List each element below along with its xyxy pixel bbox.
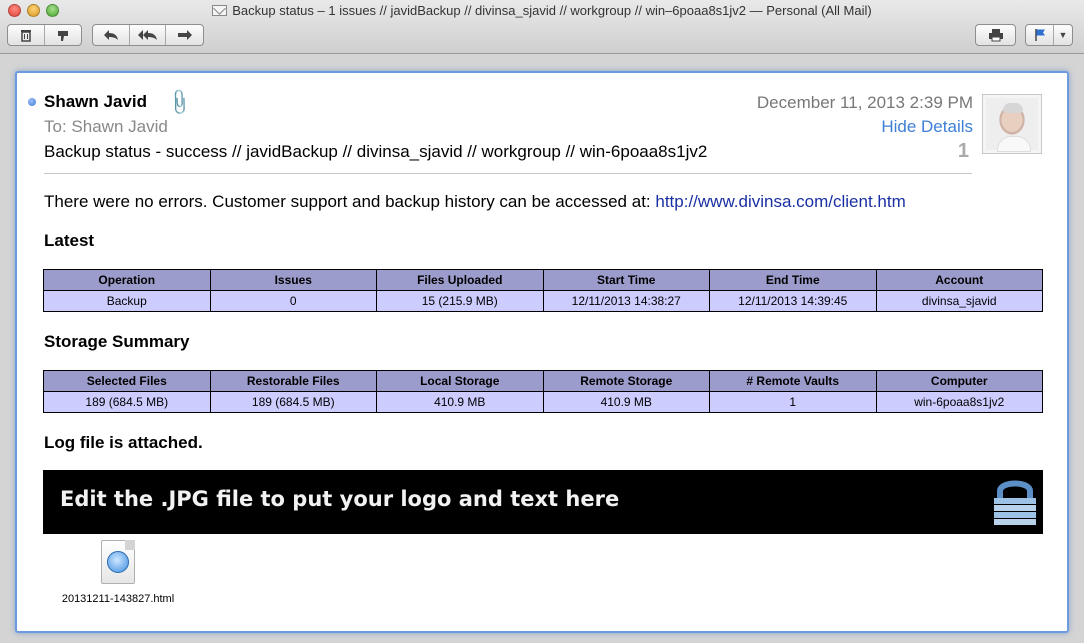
window-chrome: Backup status – 1 issues // javidBackup … [0, 0, 1084, 54]
latest-heading: Latest [44, 231, 95, 250]
client-link[interactable]: http://www.divinsa.com/client.htm [655, 192, 905, 211]
flag-button[interactable] [1026, 25, 1054, 45]
storage-cell: 410.9 MB [542, 391, 710, 413]
storage-header-row: Selected Files Restorable Files Local St… [43, 370, 1043, 392]
message-view: Shawn Javid 📎 To: Shawn Javid Backup sta… [15, 71, 1069, 633]
to-label: To: [44, 117, 67, 136]
envelope-icon [212, 5, 228, 16]
storage-cell: 410.9 MB [376, 391, 544, 413]
attachment-count: 1 [957, 140, 969, 162]
junk-icon [57, 31, 68, 41]
avatar-photo [986, 98, 1038, 152]
window-title: Backup status – 1 issues // javidBackup … [0, 3, 1084, 18]
attachment[interactable]: 20131211-143827.html [53, 537, 183, 605]
message-date: December 11, 2013 2:39 PM [756, 93, 973, 112]
forward-icon [177, 30, 192, 40]
padlock-icon [994, 480, 1036, 525]
recipient-name[interactable]: Shawn Javid [71, 117, 167, 136]
storage-header-cell: Selected Files [43, 370, 211, 392]
storage-cell: 189 (684.5 MB) [209, 391, 377, 413]
storage-table: Selected Files Restorable Files Local St… [43, 370, 1043, 413]
latest-header-cell: Start Time [542, 269, 710, 291]
table-row: Backup 0 15 (215.9 MB) 12/11/2013 14:38:… [43, 290, 1043, 312]
reply-icon [103, 30, 118, 40]
banner-text: Edit the .JPG file to put your logo and … [60, 487, 620, 511]
flag-menu-button[interactable]: ▼ [1054, 25, 1072, 45]
recipient-line: To: Shawn Javid [44, 117, 168, 137]
sender-name[interactable]: Shawn Javid [44, 92, 147, 112]
log-attached-heading: Log file is attached. [44, 433, 203, 452]
hide-details-link[interactable]: Hide Details [881, 117, 973, 137]
latest-header-cell: Issues [209, 269, 377, 291]
reply-button[interactable] [93, 25, 130, 45]
table-row: 189 (684.5 MB) 189 (684.5 MB) 410.9 MB 4… [43, 391, 1043, 413]
logo-banner: Edit the .JPG file to put your logo and … [43, 470, 1043, 534]
chevron-down-icon: ▼ [1058, 30, 1068, 40]
unread-dot-icon [28, 98, 36, 106]
latest-header-row: Operation Issues Files Uploaded Start Ti… [43, 269, 1043, 291]
html-file-icon [101, 540, 135, 584]
body-paragraph: There were no errors. Customer support a… [44, 192, 906, 212]
window-title-text: Backup status – 1 issues // javidBackup … [232, 3, 872, 18]
storage-header-cell: # Remote Vaults [709, 370, 877, 392]
latest-cell: divinsa_sjavid [875, 290, 1043, 312]
safari-compass-icon [107, 551, 129, 573]
print-icon [988, 29, 1003, 42]
header-divider [44, 173, 972, 174]
storage-header-cell: Local Storage [376, 370, 544, 392]
storage-header-cell: Restorable Files [209, 370, 377, 392]
latest-header-cell: Operation [43, 269, 211, 291]
body-text: There were no errors. Customer support a… [44, 192, 656, 211]
storage-cell: win-6poaa8s1jv2 [875, 391, 1043, 413]
paperclip-icon: 📎 [164, 87, 195, 117]
storage-header-cell: Computer [875, 370, 1043, 392]
storage-summary-heading: Storage Summary [44, 332, 190, 351]
delete-button[interactable] [8, 25, 45, 45]
latest-header-cell: Account [875, 269, 1043, 291]
storage-cell: 1 [709, 391, 877, 413]
latest-cell: 0 [209, 290, 377, 312]
junk-button[interactable] [45, 25, 82, 45]
reply-all-icon [137, 30, 157, 40]
latest-cell: 12/11/2013 14:38:27 [542, 290, 710, 312]
reply-all-button[interactable] [130, 25, 167, 45]
storage-header-cell: Remote Storage [542, 370, 710, 392]
delete-junk-group [7, 24, 82, 46]
latest-table: Operation Issues Files Uploaded Start Ti… [43, 269, 1043, 312]
forward-button[interactable] [166, 25, 203, 45]
latest-header-cell: Files Uploaded [376, 269, 544, 291]
print-button[interactable] [976, 25, 1015, 45]
flag-group: ▼ [1025, 24, 1073, 46]
attachment-filename: 20131211-143827.html [61, 593, 175, 605]
latest-cell: 12/11/2013 14:39:45 [709, 290, 877, 312]
latest-cell: 15 (215.9 MB) [376, 290, 544, 312]
storage-cell: 189 (684.5 MB) [43, 391, 211, 413]
subject-line: Backup status - success // javidBackup /… [44, 142, 708, 161]
file-corner-fold [125, 540, 135, 550]
latest-header-cell: End Time [709, 269, 877, 291]
sender-avatar [982, 94, 1042, 154]
latest-cell: Backup [43, 290, 211, 312]
reply-group [92, 24, 204, 46]
flag-icon [1034, 29, 1045, 41]
trash-icon [20, 30, 31, 42]
print-group [975, 24, 1016, 46]
